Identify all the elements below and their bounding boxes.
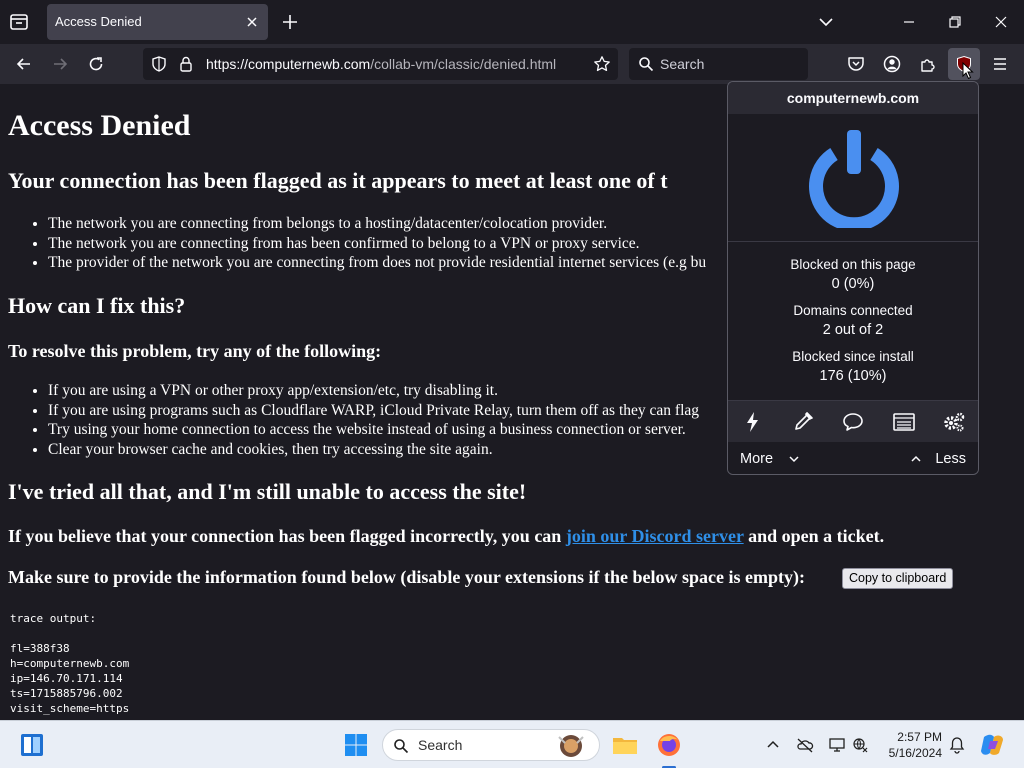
fixes-list: If you are using a VPN or other proxy ap… — [48, 382, 699, 460]
start-windows-icon[interactable] — [342, 731, 370, 759]
search-bar[interactable]: Search — [629, 48, 808, 80]
url-text: https://computernewb.com/collab-vm/class… — [206, 56, 556, 72]
popup-stats: Blocked on this page 0 (0%) Domains conn… — [728, 241, 978, 400]
flag-heading: Your connection has been flagged as it a… — [8, 168, 668, 193]
notification-bell-icon[interactable] — [948, 736, 966, 754]
taskbar-clock[interactable]: 2:57 PM 5/16/2024 — [880, 729, 942, 761]
domains-connected-value: 2 out of 2 — [822, 322, 884, 338]
taskbar-search[interactable]: Search — [382, 729, 600, 761]
trace-line: fl=388f38 — [10, 642, 70, 655]
list-all-tabs-icon[interactable] — [816, 12, 836, 32]
eyedropper-icon[interactable] — [791, 411, 815, 433]
back-icon[interactable] — [14, 54, 34, 74]
firefox-icon[interactable] — [655, 731, 683, 759]
reload-icon[interactable] — [86, 54, 106, 74]
page-title: Access Denied — [8, 109, 191, 142]
discord-link[interactable]: join our Discord server — [566, 526, 744, 546]
network-icon[interactable] — [852, 736, 870, 754]
reasons-list: The network you are connecting from belo… — [48, 215, 706, 274]
pocket-icon[interactable] — [846, 54, 866, 74]
account-icon[interactable] — [882, 54, 902, 74]
extensions-icon[interactable] — [918, 54, 938, 74]
search-placeholder: Search — [660, 56, 705, 72]
active-tab[interactable]: Access Denied — [47, 4, 268, 40]
clock-date: 5/16/2024 — [888, 746, 942, 760]
blocked-install-label: Blocked since install — [792, 349, 914, 364]
blocked-install-value: 176 (10%) — [819, 368, 887, 384]
menu-icon[interactable] — [990, 54, 1010, 74]
tab-strip: Access Denied — [0, 0, 1024, 44]
tab-title: Access Denied — [55, 14, 142, 29]
list-item: If you are using a VPN or other proxy ap… — [48, 382, 699, 402]
chat-bubble-icon[interactable] — [841, 411, 865, 433]
search-icon — [394, 739, 409, 754]
clock-time: 2:57 PM — [897, 730, 942, 744]
chevron-up-icon[interactable] — [910, 454, 922, 464]
resolve-heading: To resolve this problem, try any of the … — [8, 341, 382, 361]
new-tab-icon[interactable] — [280, 12, 300, 32]
trace-line: visit_scheme=https — [10, 702, 130, 715]
url-bar[interactable]: https://computernewb.com/collab-vm/class… — [143, 48, 618, 80]
settings-gears-icon[interactable] — [942, 411, 966, 433]
search-highlight-icon — [558, 735, 584, 757]
close-tab-icon[interactable] — [244, 14, 260, 30]
popup-tools — [728, 400, 978, 442]
list-item: If you are using programs such as Cloudf… — [48, 402, 699, 422]
trace-line: h=computernewb.com — [10, 657, 130, 670]
trace-output: trace output: fl=388f38 h=computernewb.com… — [10, 611, 129, 716]
domains-connected-label: Domains connected — [793, 303, 913, 318]
list-item: Clear your browser cache and cookies, th… — [48, 441, 699, 461]
url-path: /collab-vm/classic/denied.html — [370, 56, 557, 72]
more-button[interactable]: More — [740, 451, 773, 467]
provide-info-text: Make sure to provide the information fou… — [8, 567, 806, 587]
copilot-icon[interactable] — [978, 731, 1006, 759]
popup-footer: More Less — [728, 442, 978, 474]
trace-line: ts=1715885796.002 — [10, 687, 123, 700]
power-button-icon[interactable] — [806, 126, 902, 228]
widgets-icon[interactable] — [18, 731, 46, 759]
incorrect-flag-text: If you believe that your connection has … — [8, 526, 884, 547]
incorrect-suffix: and open a ticket. — [743, 526, 885, 546]
mouse-cursor-icon — [962, 62, 974, 80]
minimize-icon[interactable] — [899, 12, 919, 32]
list-item: The provider of the network you are conn… — [48, 254, 706, 274]
power-area — [728, 114, 978, 241]
ublock-toolbar-button[interactable] — [948, 48, 980, 80]
blocked-page-value: 0 (0%) — [831, 276, 875, 292]
list-icon[interactable] — [892, 411, 916, 433]
fix-heading: How can I fix this? — [8, 293, 186, 318]
url-domain: https://computernewb.com — [206, 56, 371, 72]
bookmark-star-icon[interactable] — [593, 55, 611, 73]
incorrect-prefix: If you believe that your connection has … — [8, 526, 566, 546]
shield-icon[interactable] — [150, 55, 168, 73]
display-icon[interactable] — [828, 736, 846, 754]
taskbar-search-placeholder: Search — [418, 737, 463, 753]
tried-heading: I've tried all that, and I'm still unabl… — [8, 479, 527, 504]
lock-icon[interactable] — [178, 55, 194, 73]
chevron-down-icon[interactable] — [788, 454, 800, 464]
firefox-view-icon[interactable] — [8, 11, 30, 33]
forward-icon[interactable] — [50, 54, 70, 74]
lightning-icon[interactable] — [741, 411, 765, 433]
list-item: The network you are connecting from has … — [48, 235, 706, 255]
copy-to-clipboard-button[interactable]: Copy to clipboard — [842, 568, 954, 589]
list-item: Try using your home connection to access… — [48, 421, 699, 441]
navigation-bar: https://computernewb.com/collab-vm/class… — [0, 44, 1024, 84]
trace-label: trace output: — [10, 612, 97, 625]
onedrive-offline-icon[interactable] — [796, 736, 814, 754]
taskbar: Search 2:57 PM 5/16/2024 — [0, 720, 1024, 768]
trace-line: ip=146.70.171.114 — [10, 672, 123, 685]
popup-domain: computernewb.com — [728, 82, 978, 114]
ublock-popup: computernewb.com Blocked on this page 0 … — [727, 81, 979, 475]
less-button[interactable]: Less — [935, 451, 966, 467]
chevron-up-icon[interactable] — [764, 736, 782, 754]
list-item: The network you are connecting from belo… — [48, 215, 706, 235]
restore-icon[interactable] — [945, 12, 965, 32]
close-window-icon[interactable] — [991, 12, 1011, 32]
search-icon — [639, 57, 654, 72]
blocked-page-label: Blocked on this page — [790, 257, 916, 272]
file-explorer-icon[interactable] — [611, 731, 639, 759]
